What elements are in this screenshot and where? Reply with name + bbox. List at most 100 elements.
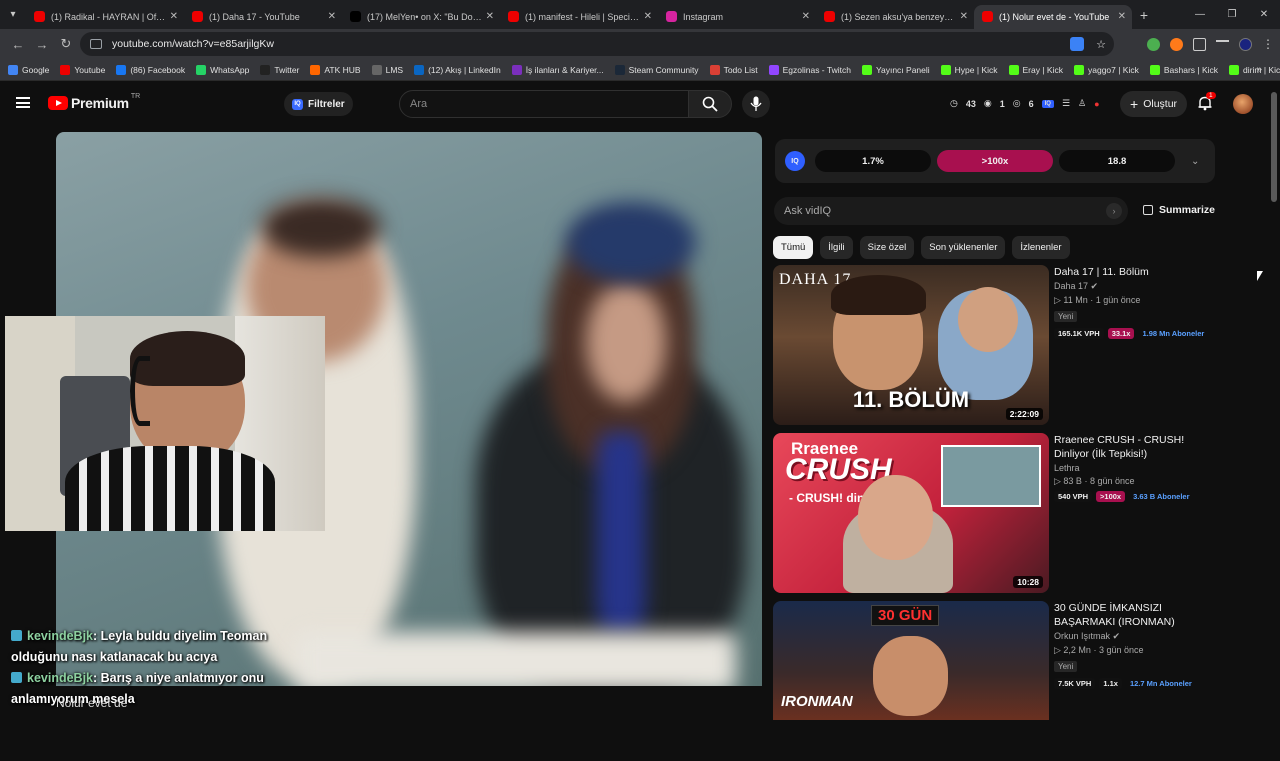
close-window-icon[interactable]: ✕	[1248, 9, 1280, 20]
voice-search-button[interactable]	[742, 90, 770, 118]
search-button[interactable]	[688, 90, 732, 118]
bookmark-label: Youtube	[74, 64, 106, 75]
chip-watched[interactable]: İzlenenler	[1012, 236, 1070, 259]
video-title[interactable]: 30 GÜNDE İMKANSIZI BAŞARMAKI (IRONMAN)	[1054, 601, 1214, 629]
browser-tab[interactable]: (1) Daha 17 - YouTube ✕	[184, 5, 342, 29]
close-tab-icon[interactable]: ✕	[328, 11, 336, 22]
bookmark-item[interactable]: İş ilanları & Kariyer...	[511, 64, 604, 75]
search-input[interactable]	[410, 98, 688, 110]
bookmark-item[interactable]: yaggo7 | Kick	[1073, 64, 1139, 75]
bookmark-label: (12) Akış | LinkedIn	[428, 64, 501, 75]
reload-icon[interactable]: ↻	[54, 36, 78, 52]
extension-green-icon[interactable]	[1147, 37, 1160, 51]
maximize-icon[interactable]: ❐	[1216, 9, 1248, 20]
stat-a: 43	[965, 98, 976, 109]
view-count: 83 B	[1063, 476, 1082, 486]
channel-name[interactable]: Orkun Işıtmak ✔	[1054, 631, 1214, 642]
chip-recent[interactable]: Son yüklenenler	[921, 236, 1006, 259]
alert-icon[interactable]: ●	[1094, 99, 1099, 109]
bookmark-item[interactable]: Twitter	[260, 64, 299, 75]
media-controls-icon[interactable]	[1216, 40, 1229, 48]
channel-name[interactable]: Daha 17 ✔	[1054, 281, 1214, 292]
url-bar[interactable]: youtube.com/watch?v=e85arjilgKw ☆	[80, 32, 1114, 56]
tab-title: Instagram	[683, 11, 724, 22]
translate-icon[interactable]	[1070, 37, 1085, 51]
bookmark-item[interactable]: WhatsApp	[196, 64, 249, 75]
chip-all[interactable]: Tümü	[773, 236, 814, 259]
video-figure-left-hair	[261, 197, 381, 257]
chevron-down-icon[interactable]: ⌄	[1191, 156, 1199, 167]
bookmark-item[interactable]: LMS	[371, 64, 404, 75]
recommended-video[interactable]: Rraenee CRUSH - CRUSH! dinliyor 10:28 Rr…	[773, 433, 1213, 593]
new-tab-button[interactable]: +	[1132, 7, 1156, 23]
back-icon[interactable]: ←	[6, 37, 30, 52]
browser-tab[interactable]: (1) Nolur evet de - YouTube ✕	[974, 4, 1132, 29]
browser-tab[interactable]: (1) Radikal - HAYRAN | Official ✕	[26, 5, 184, 29]
bookmark-label: Todo List	[723, 64, 758, 75]
tab-search-icon[interactable]: ▾	[0, 0, 26, 29]
video-thumbnail[interactable]: DAHA 17 11. BÖLÜM 2:22:09	[773, 265, 1049, 425]
multiplier-badge: 33.1x	[1107, 328, 1135, 339]
browser-tab[interactable]: Instagram ✕	[658, 5, 816, 29]
close-tab-icon[interactable]: ✕	[486, 11, 494, 22]
close-tab-icon[interactable]: ✕	[170, 11, 178, 22]
bookmark-item[interactable]: (12) Akış | LinkedIn	[414, 64, 501, 75]
video-stats: ▷ 2,2 Mn · 3 gün önce	[1054, 645, 1144, 655]
bookmark-item[interactable]: Egzolinas - Twitch	[768, 64, 851, 75]
video-thumbnail[interactable]: 30 GÜN IRONMAN	[773, 601, 1049, 720]
summarize-button[interactable]: Summarize	[1143, 204, 1215, 216]
bookmark-star-icon[interactable]: ☆	[1096, 38, 1106, 51]
youtube-premium-logo[interactable]: Premium TR	[48, 93, 140, 111]
video-thumbnail[interactable]: Rraenee CRUSH - CRUSH! dinliyor 10:28	[773, 433, 1049, 593]
profile-icon[interactable]	[1239, 37, 1252, 51]
recommended-video[interactable]: DAHA 17 11. BÖLÜM 2:22:09 Daha 17 | 11. …	[773, 265, 1213, 425]
minimize-icon[interactable]: —	[1184, 9, 1216, 20]
ask-vidiq-input[interactable]: Ask vidIQ ›	[774, 197, 1128, 225]
chip-related[interactable]: İlgili	[820, 236, 853, 259]
list-icon[interactable]: ☰	[1062, 98, 1070, 109]
video-title[interactable]: Daha 17 | 11. Bölüm	[1054, 265, 1214, 279]
close-tab-icon[interactable]: ✕	[644, 11, 652, 22]
browser-tab[interactable]: (1) Sezen aksu'ya benzeyen ses ✕	[816, 5, 974, 29]
video-title[interactable]: Rraenee CRUSH - CRUSH! Dinliyor (İlk Tep…	[1054, 433, 1214, 461]
bookmark-favicon-icon	[371, 64, 382, 75]
bookmark-item[interactable]: (86) Facebook	[116, 64, 185, 75]
vidiq-badge-icon[interactable]: IQ	[1041, 99, 1054, 108]
bookmark-item[interactable]: Steam Community	[614, 64, 699, 75]
menu-hamburger-icon[interactable]	[16, 97, 30, 108]
video-table	[296, 632, 736, 686]
chevron-right-icon[interactable]: ›	[1106, 203, 1122, 219]
bookmark-item[interactable]: dirim | Kick	[1229, 64, 1280, 75]
recommended-video[interactable]: 30 GÜN IRONMAN 30 GÜNDE İMKANSIZI BAŞARM…	[773, 601, 1213, 761]
page-scrollbar[interactable]	[1271, 92, 1277, 202]
chip-for-you[interactable]: Size özel	[859, 236, 915, 259]
bookmark-label: LMS	[385, 64, 404, 75]
notifications-button[interactable]: 1	[1197, 92, 1216, 116]
close-tab-icon[interactable]: ✕	[960, 11, 968, 22]
close-tab-icon[interactable]: ✕	[1118, 11, 1126, 22]
more-bookmarks-icon[interactable]: »	[1256, 64, 1262, 75]
account-avatar[interactable]	[1233, 94, 1253, 114]
bookmark-item[interactable]: Youtube	[60, 64, 106, 75]
bookmark-item[interactable]: Google	[8, 64, 49, 75]
bookmark-item[interactable]: Eray | Kick	[1008, 64, 1063, 75]
forward-icon[interactable]: →	[30, 37, 54, 52]
browser-menu-icon[interactable]: ⋮	[1262, 37, 1274, 51]
vph-badge: 7.5K VPH	[1054, 678, 1096, 689]
channel-name[interactable]: Lethra	[1054, 463, 1214, 473]
site-info-icon[interactable]	[90, 39, 102, 49]
extension-orange-icon[interactable]	[1170, 37, 1183, 51]
browser-tab[interactable]: (1) manifest - Hileli | Special Da ✕	[500, 5, 658, 29]
create-button[interactable]: + Oluştur	[1120, 91, 1188, 117]
browser-tab[interactable]: (17) MelYen• on X: "Bu Doğuka ✕	[342, 5, 500, 29]
filters-button[interactable]: IQ Filtreler	[284, 92, 353, 116]
bookmark-item[interactable]: Yayıncı Paneli	[861, 64, 930, 75]
bookmark-item[interactable]: Bashars | Kick	[1149, 64, 1218, 75]
extensions-puzzle-icon[interactable]	[1193, 37, 1206, 51]
close-tab-icon[interactable]: ✕	[802, 11, 810, 22]
bookmark-item[interactable]: Hype | Kick	[940, 64, 998, 75]
search-box[interactable]	[399, 90, 689, 118]
trophy-icon[interactable]: ♙	[1078, 98, 1086, 109]
bookmark-item[interactable]: ATK HUB	[310, 64, 361, 75]
bookmark-item[interactable]: Todo List	[709, 64, 758, 75]
